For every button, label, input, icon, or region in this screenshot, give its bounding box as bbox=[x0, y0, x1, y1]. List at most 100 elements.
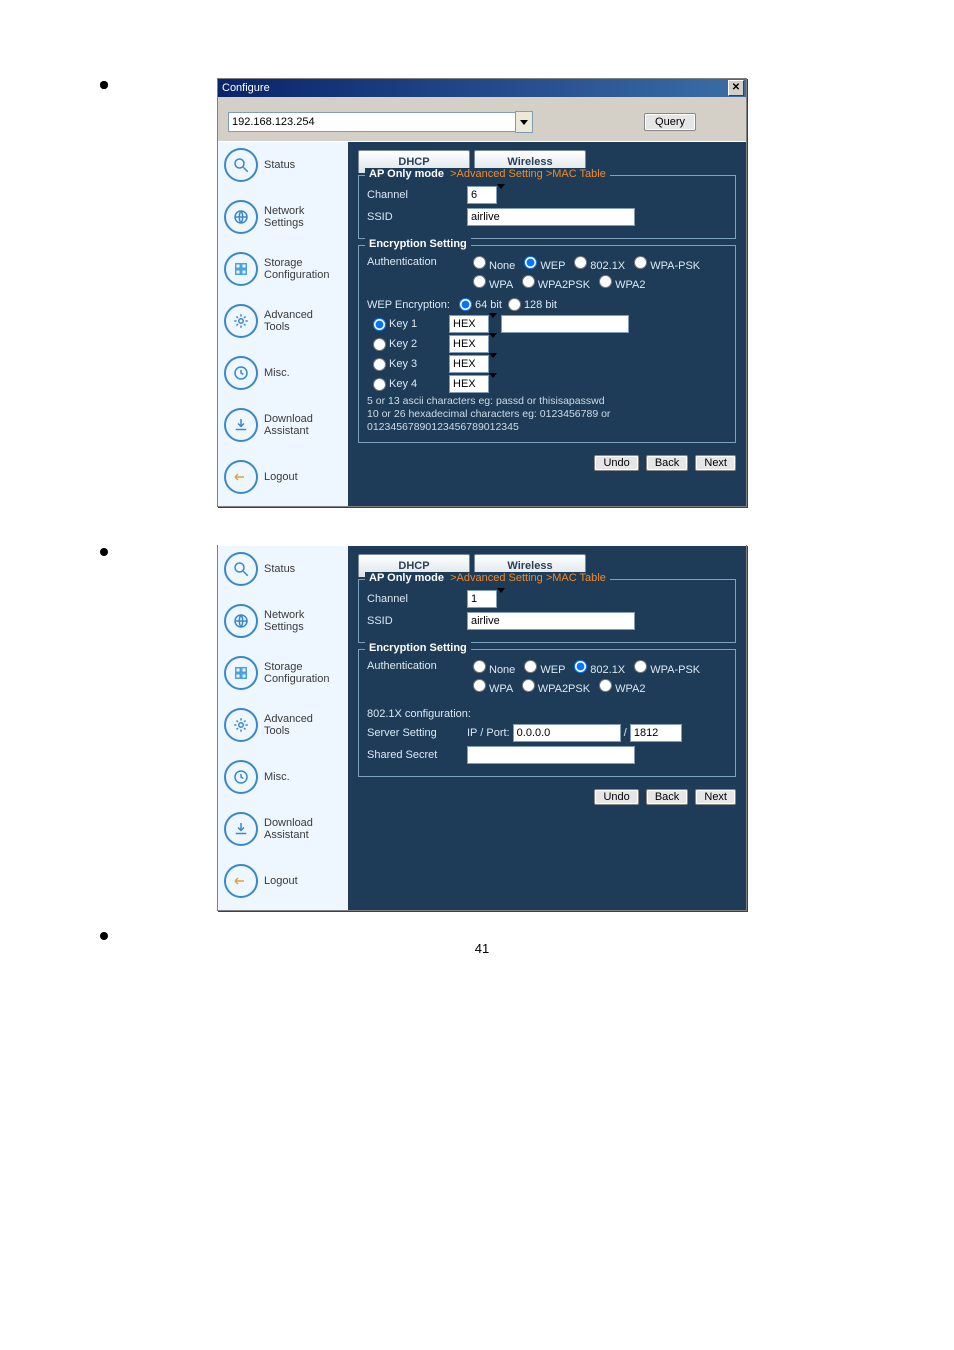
ssid-input[interactable] bbox=[467, 208, 635, 226]
shared-secret-input[interactable] bbox=[467, 746, 635, 764]
channel-dropdown-2[interactable] bbox=[497, 593, 505, 605]
link-mac-table[interactable]: >MAC Table bbox=[546, 572, 606, 584]
back-button[interactable]: Back bbox=[646, 789, 688, 805]
sidebar-item-storage[interactable]: Storage Configuration bbox=[218, 246, 348, 298]
sidebar-label: Logout bbox=[264, 471, 298, 483]
bullet-icon bbox=[100, 548, 108, 556]
shared-secret-label: Shared Secret bbox=[367, 749, 467, 761]
grid-icon bbox=[224, 656, 258, 690]
key2-dd[interactable] bbox=[489, 338, 497, 350]
gear-icon bbox=[224, 304, 258, 338]
sidebar-label: Download Assistant bbox=[264, 413, 313, 437]
link-mac-table[interactable]: >MAC Table bbox=[546, 168, 606, 180]
globe-icon bbox=[224, 200, 258, 234]
key3-dd[interactable] bbox=[489, 358, 497, 370]
sidebar: Status Network Settings Storage Configur… bbox=[218, 142, 348, 506]
key1-type[interactable] bbox=[449, 315, 489, 333]
close-button[interactable]: ✕ bbox=[728, 80, 744, 96]
key3-radio[interactable] bbox=[373, 358, 386, 371]
query-row: Query bbox=[218, 97, 746, 141]
dialog-title: Configure bbox=[222, 82, 270, 94]
chevron-down-icon bbox=[489, 353, 497, 370]
grid-icon bbox=[224, 252, 258, 286]
magnifier-icon bbox=[224, 552, 258, 586]
undo-button[interactable]: Undo bbox=[594, 789, 638, 805]
auth-wpa2[interactable] bbox=[599, 275, 612, 288]
sidebar-item-logout[interactable]: Logout bbox=[218, 858, 348, 910]
key3-type[interactable] bbox=[449, 355, 489, 373]
sidebar-item-network[interactable]: Network Settings bbox=[218, 598, 348, 650]
channel-value-2[interactable] bbox=[467, 590, 497, 608]
key1-radio[interactable] bbox=[373, 318, 386, 331]
bullet-icon bbox=[100, 81, 108, 89]
auth-wpapsk[interactable] bbox=[634, 256, 647, 269]
channel-value[interactable] bbox=[467, 186, 497, 204]
server-ip-input[interactable] bbox=[513, 724, 621, 742]
sidebar-item-status[interactable]: Status bbox=[218, 142, 348, 194]
sidebar-label: Advanced Tools bbox=[264, 309, 313, 333]
query-button[interactable]: Query bbox=[644, 113, 696, 131]
sidebar-item-download[interactable]: Download Assistant bbox=[218, 402, 348, 454]
clock-icon bbox=[224, 356, 258, 390]
legend-ap-2: AP Only mode >Advanced Setting >MAC Tabl… bbox=[365, 572, 610, 584]
wep-128bit[interactable] bbox=[508, 298, 521, 311]
sidebar-item-advanced[interactable]: Advanced Tools bbox=[218, 298, 348, 350]
chevron-down-icon bbox=[489, 373, 497, 390]
back-button[interactable]: Back bbox=[646, 455, 688, 471]
legend-ap: AP Only mode >Advanced Setting >MAC Tabl… bbox=[365, 168, 610, 180]
next-button[interactable]: Next bbox=[695, 789, 736, 805]
auth-none[interactable] bbox=[473, 256, 486, 269]
auth-8021x-2[interactable] bbox=[574, 660, 587, 673]
sidebar-item-misc[interactable]: Misc. bbox=[218, 350, 348, 402]
key4-radio[interactable] bbox=[373, 378, 386, 391]
key4-dd[interactable] bbox=[489, 378, 497, 390]
auth-options: None WEP 802.1X WPA-PSK WPA WPA2PSK WPA2 bbox=[467, 256, 700, 294]
fieldset-encryption-2: Encryption Setting Authentication None W… bbox=[358, 649, 736, 777]
auth-wpapsk-2[interactable] bbox=[634, 660, 647, 673]
sidebar-item-storage[interactable]: Storage Configuration bbox=[218, 650, 348, 702]
undo-button[interactable]: Undo bbox=[594, 455, 638, 471]
auth-wpa2psk[interactable] bbox=[522, 275, 535, 288]
ip-combo-input[interactable] bbox=[228, 112, 516, 132]
auth-wpa[interactable] bbox=[473, 275, 486, 288]
key2-type[interactable] bbox=[449, 335, 489, 353]
clock-icon bbox=[224, 760, 258, 794]
gear-icon bbox=[224, 708, 258, 742]
sidebar-label: Misc. bbox=[264, 367, 290, 379]
wep-help1: 5 or 13 ascii characters eg: passd or th… bbox=[367, 395, 727, 408]
page-number: 41 bbox=[70, 941, 894, 956]
key1-input[interactable] bbox=[501, 315, 629, 333]
globe-icon bbox=[224, 604, 258, 638]
download-icon bbox=[224, 812, 258, 846]
auth-wpa-2[interactable] bbox=[473, 679, 486, 692]
sidebar-item-advanced[interactable]: Advanced Tools bbox=[218, 702, 348, 754]
sidebar-item-network[interactable]: Network Settings bbox=[218, 194, 348, 246]
next-button[interactable]: Next bbox=[695, 455, 736, 471]
sidebar-2: Status Network Settings Storage Configur… bbox=[218, 546, 348, 910]
key1-dd[interactable] bbox=[489, 318, 497, 330]
auth-8021x[interactable] bbox=[574, 256, 587, 269]
sidebar-item-misc[interactable]: Misc. bbox=[218, 754, 348, 806]
server-port-input[interactable] bbox=[630, 724, 682, 742]
auth-wep[interactable] bbox=[524, 256, 537, 269]
auth-none-2[interactable] bbox=[473, 660, 486, 673]
ssid-input-2[interactable] bbox=[467, 612, 635, 630]
button-row: Undo Back Next bbox=[358, 449, 736, 471]
wep-help2: 10 or 26 hexadecimal characters eg: 0123… bbox=[367, 408, 727, 434]
dropdown-button[interactable] bbox=[515, 111, 533, 133]
wep-64bit[interactable] bbox=[459, 298, 472, 311]
channel-dropdown[interactable] bbox=[497, 189, 505, 201]
chevron-down-icon bbox=[520, 120, 528, 125]
key2-radio[interactable] bbox=[373, 338, 386, 351]
main-panel: DHCP Wireless AP Only mode >Advanced Set… bbox=[348, 142, 746, 506]
link-advanced-setting[interactable]: >Advanced Setting bbox=[450, 572, 546, 584]
key4-type[interactable] bbox=[449, 375, 489, 393]
wepenc-label: WEP Encryption: bbox=[367, 299, 450, 311]
sidebar-item-download[interactable]: Download Assistant bbox=[218, 806, 348, 858]
link-advanced-setting[interactable]: >Advanced Setting bbox=[450, 168, 546, 180]
auth-wpa2psk-2[interactable] bbox=[522, 679, 535, 692]
sidebar-item-status[interactable]: Status bbox=[218, 546, 348, 598]
sidebar-item-logout[interactable]: Logout bbox=[218, 454, 348, 506]
auth-wpa2-2[interactable] bbox=[599, 679, 612, 692]
auth-wep-2[interactable] bbox=[524, 660, 537, 673]
